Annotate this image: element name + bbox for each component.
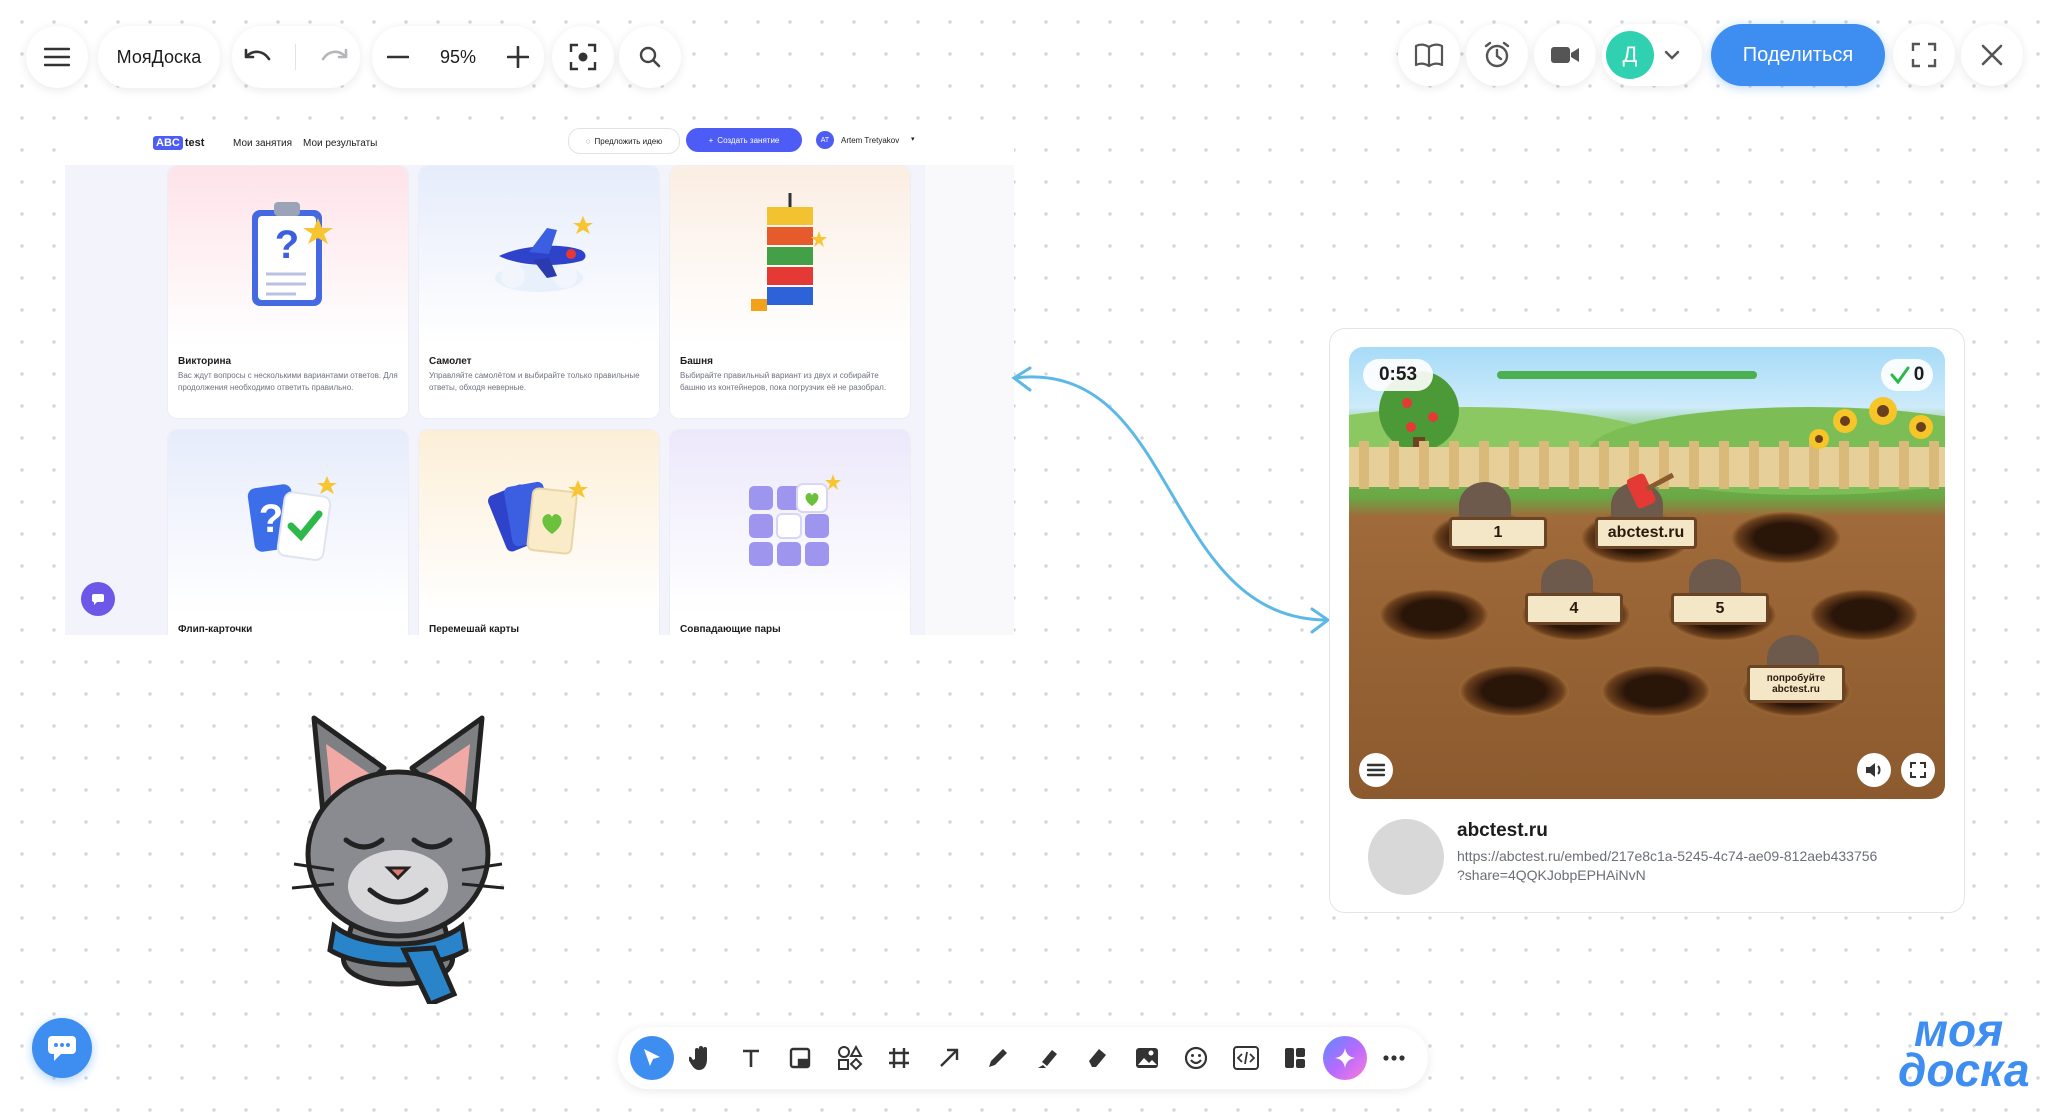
ai-assistant-tool[interactable] [1322,1036,1367,1080]
cat-sticker[interactable] [284,704,512,1004]
mole-hole[interactable] [1601,665,1711,717]
chat-bubble-icon [48,1036,76,1061]
game-menu-button[interactable] [1359,753,1393,787]
templates-tool[interactable] [1273,1036,1317,1080]
layout-icon [1285,1048,1306,1068]
highlighter-icon [1037,1050,1057,1068]
hand-tool[interactable] [679,1036,723,1080]
game-fullscreen-button[interactable] [1901,753,1935,787]
frame-tool[interactable] [877,1036,921,1080]
mole-hole[interactable] [1809,589,1919,641]
sound-button[interactable] [1857,753,1891,787]
highlighter-tool[interactable] [1026,1036,1070,1080]
shapes-icon [837,1045,863,1071]
answer-sign[interactable]: 1 [1449,517,1547,549]
answer-sign[interactable]: 4 [1525,593,1623,625]
tools-toolbar [618,1027,1428,1089]
mole-hole[interactable] [1731,512,1841,564]
speaker-icon [1866,763,1881,777]
sticky-note-icon [789,1047,811,1069]
cursor-arrow-icon [643,1049,660,1066]
embed-tool[interactable] [1224,1036,1268,1080]
more-tools-button[interactable] [1372,1036,1416,1080]
answer-sign[interactable]: 5 [1671,593,1769,625]
link-preview-thumb [1368,819,1444,895]
sticky-note-tool[interactable] [778,1036,822,1080]
mole-hole[interactable] [1459,665,1569,717]
hamburger-icon [1367,763,1385,777]
eraser-icon [1089,1049,1107,1067]
cat-mascot-icon [291,715,505,1004]
embed-card[interactable]: 0:53 0 1 abctest.ru 4 5 попробуйте abcte… [1329,328,1965,913]
more-dots-icon [1383,1055,1405,1061]
brand-logo: моя доска [1898,1004,2030,1096]
sparkle-icon [1334,1048,1355,1068]
image-icon [1135,1048,1158,1068]
timer-badge: 0:53 [1363,359,1433,391]
arrow-up-right-icon [939,1048,958,1067]
answer-sign[interactable]: abctest.ru [1595,517,1697,549]
image-tool[interactable] [1125,1036,1169,1080]
hammer-icon [1627,472,1675,509]
link-title[interactable]: abctest.ru [1457,820,1548,842]
score-badge: 0 [1881,359,1933,391]
expand-icon [1910,762,1926,778]
answer-sign[interactable]: попробуйте abctest.ru [1747,665,1845,703]
checkmark-icon [1890,366,1910,384]
select-tool[interactable] [629,1036,674,1080]
emoji-tool[interactable] [1174,1036,1218,1080]
text-icon [742,1049,759,1067]
shapes-tool[interactable] [828,1036,872,1080]
eraser-tool[interactable] [1075,1036,1119,1080]
code-embed-icon [1232,1046,1259,1070]
whack-a-mole-game[interactable]: 0:53 0 1 abctest.ru 4 5 попробуйте abcte… [1349,347,1945,799]
chat-button[interactable] [32,1018,92,1078]
smiley-icon [1185,1046,1208,1070]
pen-tool[interactable] [976,1036,1020,1080]
hash-frame-icon [889,1048,910,1068]
pen-icon [989,1049,1008,1067]
link-url[interactable]: https://abctest.ru/embed/217e8c1a-5245-4… [1457,847,1877,885]
connector-tool[interactable] [927,1036,971,1080]
text-tool[interactable] [729,1036,773,1080]
mole-hole[interactable] [1379,589,1489,641]
hand-icon [689,1046,708,1070]
